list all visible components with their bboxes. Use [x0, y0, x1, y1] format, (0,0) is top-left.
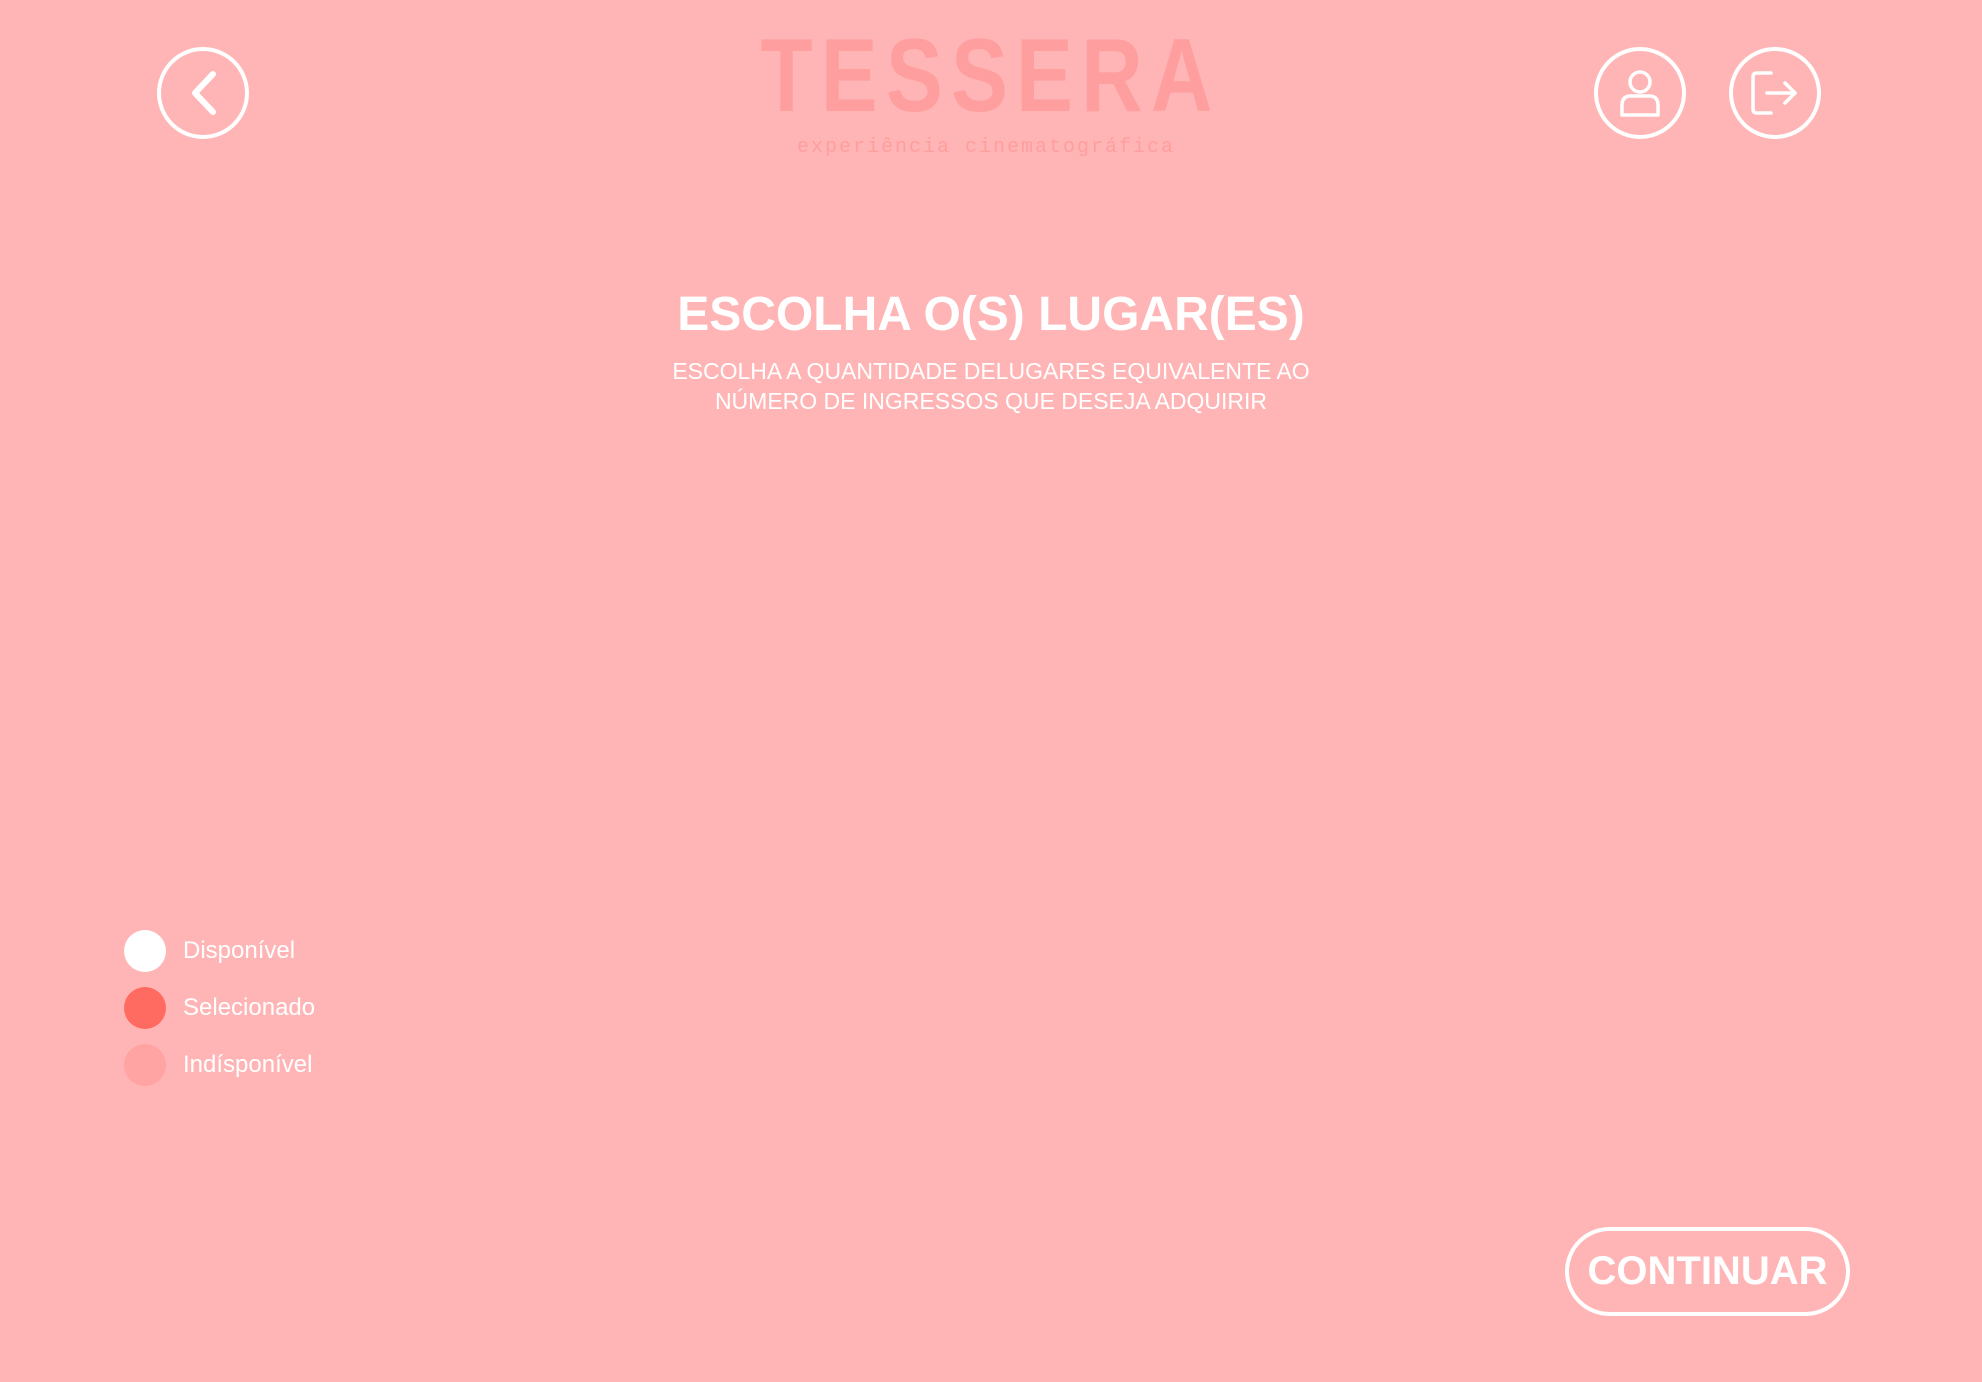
legend-item-unavailable: Indísponível [124, 1043, 315, 1087]
legend-item-selected: Selecionado [124, 986, 315, 1030]
legend-label-available: Disponível [183, 937, 296, 964]
logout-icon [1747, 67, 1803, 119]
subtitle-line-1: ESCOLHA A QUANTIDADE DELUGARES EQUIVALEN… [672, 358, 1310, 384]
page-title: ESCOLHA O(S) LUGAR(ES) [677, 288, 1305, 341]
page-subtitle: ESCOLHA A QUANTIDADE DELUGARES EQUIVALEN… [0, 356, 1982, 416]
continue-button[interactable]: CONTINUAR [1565, 1227, 1850, 1316]
subtitle-line-2: NÚMERO DE INGRESSOS QUE DESEJA ADQUIRIR [714, 388, 1268, 414]
seat-legend: Disponível Selecionado Indísponível [124, 929, 315, 1100]
legend-label-selected: Selecionado [183, 994, 316, 1021]
selected-dot-icon [124, 987, 166, 1029]
available-dot-icon [124, 930, 166, 972]
logo-title: TESSERA [760, 18, 1222, 134]
user-icon [1616, 67, 1664, 119]
legend-item-available: Disponível [124, 929, 315, 973]
logo-subtitle: experiência cinematográfica [796, 136, 1176, 159]
profile-button[interactable] [1594, 47, 1686, 139]
legend-label-unavailable: Indísponível [183, 1051, 313, 1078]
logout-button[interactable] [1729, 47, 1821, 139]
unavailable-dot-icon [124, 1044, 166, 1086]
